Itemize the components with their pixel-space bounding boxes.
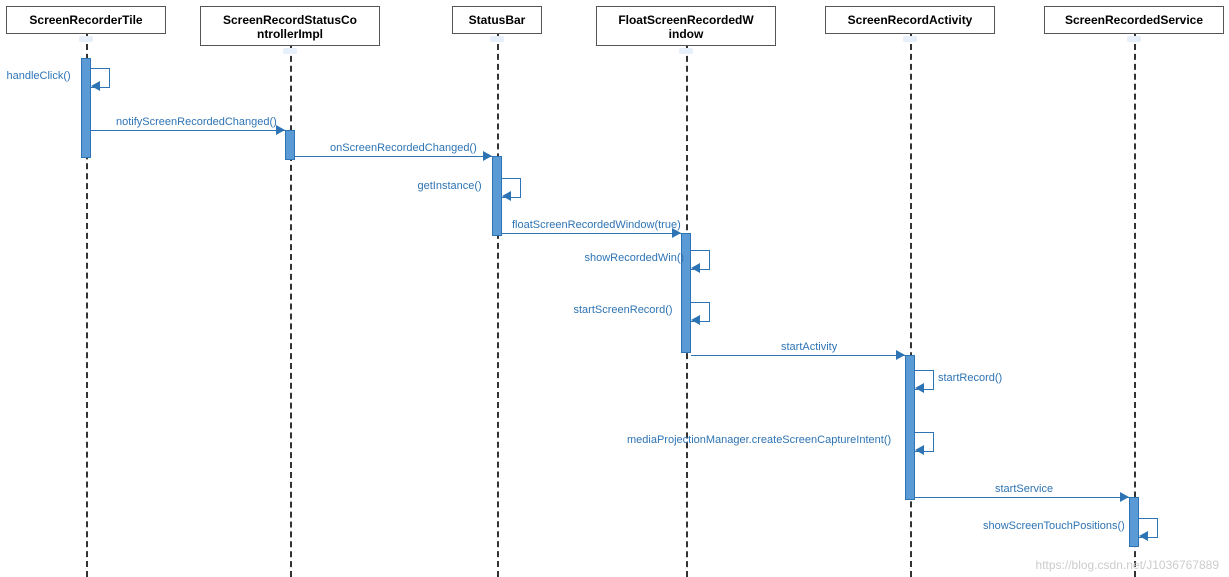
- msg-startservice-line: [915, 497, 1129, 498]
- participant-p2: ScreenRecordStatusCo ntrollerImpl: [200, 6, 380, 46]
- act-p1: [81, 58, 91, 158]
- msg-floatwin-line: [502, 233, 681, 234]
- participant-p3: StatusBar: [452, 6, 542, 34]
- msg-mpm-label: mediaProjectionManager.createScreenCaptu…: [627, 434, 891, 446]
- msg-notify-arrowhead: [276, 125, 285, 135]
- lifeline-head-p4: [679, 48, 693, 54]
- lifeline-p3: [497, 34, 499, 577]
- participant-p5: ScreenRecordActivity: [825, 6, 995, 34]
- msg-startactivity-label: startActivity: [781, 341, 837, 353]
- lifeline-head-p3: [490, 36, 504, 42]
- msg-mpm-arrowhead: [915, 445, 924, 455]
- msg-touchpos-label: showScreenTouchPositions(): [983, 520, 1125, 532]
- msg-showwin-arrowhead: [691, 263, 700, 273]
- msg-getInstance-label: getInstance(): [418, 180, 482, 192]
- lifeline-p2: [290, 46, 292, 577]
- lifeline-head-p1: [79, 36, 93, 42]
- lifeline-p6: [1134, 34, 1136, 577]
- act-p2: [285, 130, 295, 160]
- lifeline-head-p2: [283, 48, 297, 54]
- msg-handleClick-arrowhead: [91, 81, 100, 91]
- msg-showwin-label: showRecordedWin(): [585, 252, 685, 264]
- msg-startrec-label: startScreenRecord(): [574, 304, 673, 316]
- msg-onchanged-arrowhead: [483, 151, 492, 161]
- act-p3: [492, 156, 502, 236]
- act-p5: [905, 355, 915, 500]
- msg-onchanged-line: [295, 156, 492, 157]
- participant-p4: FloatScreenRecordedW indow: [596, 6, 776, 46]
- msg-startrec-arrowhead: [691, 315, 700, 325]
- lifeline-head-p6: [1127, 36, 1141, 42]
- act-p4: [681, 233, 691, 353]
- act-p6: [1129, 497, 1139, 547]
- msg-handleClick-label: handleClick(): [7, 70, 71, 82]
- lifeline-head-p5: [903, 36, 917, 42]
- msg-onchanged-label: onScreenRecordedChanged(): [330, 142, 477, 154]
- msg-notify-label: notifyScreenRecordedChanged(): [116, 116, 277, 128]
- watermark: https://blog.csdn.net/J1036767889: [1036, 558, 1219, 572]
- msg-startactivity-arrowhead: [896, 350, 905, 360]
- msg-startrecord-arrowhead: [915, 383, 924, 393]
- msg-floatwin-label: floatScreenRecordedWindow(true): [512, 219, 681, 231]
- msg-notify-line: [91, 130, 285, 131]
- msg-startservice-arrowhead: [1120, 492, 1129, 502]
- msg-startservice-label: startService: [995, 483, 1053, 495]
- participant-p1: ScreenRecorderTile: [6, 6, 166, 34]
- msg-getInstance-arrowhead: [502, 191, 511, 201]
- msg-startrecord-label: startRecord(): [938, 372, 1002, 384]
- msg-startactivity-line: [691, 355, 905, 356]
- participant-p6: ScreenRecordedService: [1044, 6, 1224, 34]
- msg-touchpos-arrowhead: [1139, 531, 1148, 541]
